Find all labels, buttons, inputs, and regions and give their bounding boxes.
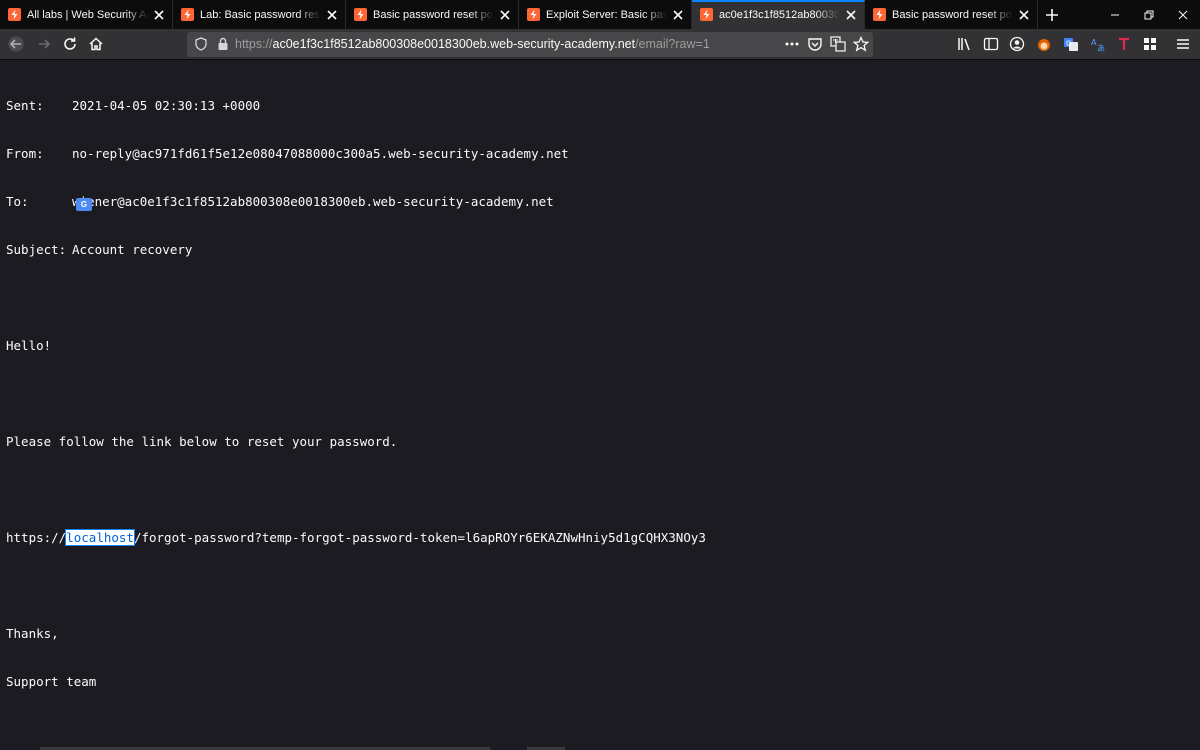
close-tab-icon[interactable] [671,8,685,22]
plus-icon [1046,8,1058,21]
pocket-icon[interactable] [807,36,823,52]
tab-lab[interactable]: Lab: Basic password reset poisoning [173,0,346,29]
foxyproxy-extension-icon[interactable] [1035,35,1053,53]
close-icon [1178,10,1188,19]
tab-exploit-server[interactable]: Exploit Server: Basic password reset poi… [519,0,692,29]
tab-title: All labs | Web Security Academy [27,8,148,21]
url-bar[interactable]: https://ac0e1f3c1f8512ab800308e0018300eb… [187,32,873,57]
google-translate-extension-icon[interactable]: G [1062,35,1080,53]
account-icon[interactable] [1008,35,1026,53]
home-icon [89,37,103,51]
header-from: From: no-reply@ac971fd61f5e12e08047088000… [6,146,706,162]
reload-button[interactable] [58,32,82,56]
navigation-toolbar: https://ac0e1f3c1f8512ab800308e0018300eb… [0,29,1200,69]
menu-hamburger-icon[interactable] [1174,35,1192,53]
minimize-icon [1111,14,1119,15]
tab-title: Lab: Basic password reset poisoning [200,8,321,21]
link-rest: /forgot-password?temp-forgot-password-to… [133,530,706,545]
email-instruction: Please follow the link below to reset yo… [6,434,398,449]
minimize-button[interactable] [1098,0,1132,29]
forward-arrow-icon [39,39,51,49]
header-label: To: [6,194,29,209]
portswigger-favicon-icon [354,8,367,21]
restore-button[interactable] [1132,0,1166,29]
portswigger-favicon-icon [700,8,713,21]
extensions-grid-icon[interactable] [1141,35,1159,53]
svg-text:あ: あ [1097,44,1105,52]
url-text[interactable]: https://ac0e1f3c1f8512ab800308e0018300eb… [235,37,710,51]
google-translate-popup-icon[interactable]: G [76,198,92,211]
translate-extension-icon[interactable]: Aあ [1089,35,1107,53]
tab-title: Basic password reset poisoning [892,8,1013,21]
close-tab-icon[interactable] [152,8,166,22]
forward-button[interactable] [32,32,56,56]
header-label: Sent: [6,98,44,113]
link-prefix: https:// [6,530,67,545]
tab-basic-reset-2[interactable]: Basic password reset poisoning [865,0,1038,29]
page-content: Sent: 2021-04-05 02:30:13 +0000 From: no-r… [0,60,1200,750]
email-thanks: Thanks, [6,626,59,641]
portswigger-favicon-icon [527,8,540,21]
header-value: 2021-04-05 02:30:13 +0000 [72,98,261,113]
back-arrow-icon [8,36,24,52]
tab-email-raw[interactable]: ac0e1f3c1f8512ab800308e0018300eb.web-sec… [692,0,865,29]
header-value: no-reply@ac971fd61f5e12e08047088000c300a… [72,146,569,161]
close-tab-icon[interactable] [1017,8,1031,22]
sidebar-icon[interactable] [982,35,1000,53]
lock-icon[interactable] [215,36,231,52]
email-greeting: Hello! [6,338,52,353]
header-sent: Sent: 2021-04-05 02:30:13 +0000 [6,98,706,114]
raw-email: Sent: 2021-04-05 02:30:13 +0000 From: no-r… [6,66,706,722]
back-button[interactable] [4,32,28,56]
close-tab-icon[interactable] [498,8,512,22]
header-value: wiener@ac0e1f3c1f8512ab800308e0018300eb.… [72,194,554,209]
svg-text:G: G [1066,40,1071,48]
t-extension-icon[interactable] [1115,35,1133,53]
email-signature: Support team [6,674,97,689]
translate-icon[interactable] [830,36,846,52]
header-label: Subject: [6,242,67,257]
close-tab-icon[interactable] [325,8,339,22]
bookmark-star-icon[interactable] [853,36,869,52]
reload-icon [64,37,76,50]
close-window-button[interactable] [1166,0,1200,29]
window-controls [1098,0,1200,29]
url-host: ac0e1f3c1f8512ab800308e0018300eb.web-sec… [272,37,636,51]
url-path: /email?raw=1 [635,37,710,51]
page-actions-icon[interactable] [784,36,800,52]
tab-all-labs[interactable]: All labs | Web Security Academy [0,0,173,29]
header-subject: Subject: Account recovery [6,242,706,258]
reset-link-text[interactable]: https://localhost/forgot-password?temp-f… [6,529,706,546]
tracking-shield-icon[interactable] [193,36,209,52]
portswigger-favicon-icon [181,8,194,21]
header-value: Account recovery [72,242,193,257]
header-label: From: [6,146,44,161]
tab-title: ac0e1f3c1f8512ab800308e0018300eb.web-sec… [719,8,840,21]
portswigger-favicon-icon [873,8,886,21]
new-tab-button[interactable] [1038,0,1066,29]
portswigger-favicon-icon [8,8,21,21]
tab-strip: All labs | Web Security Academy Lab: Bas… [0,0,1200,29]
tab-title: Basic password reset poisoning [373,8,494,21]
tab-basic-reset[interactable]: Basic password reset poisoning [346,0,519,29]
tab-title: Exploit Server: Basic password reset poi… [546,8,667,21]
selected-link-host[interactable]: localhost [65,529,135,546]
url-scheme: https:// [235,37,273,51]
restore-icon [1144,10,1154,19]
library-icon[interactable] [956,35,974,53]
close-tab-icon[interactable] [844,8,858,22]
header-to: To: wiener@ac0e1f3c1f8512ab800308e0018300… [6,194,706,210]
home-button[interactable] [84,32,108,56]
